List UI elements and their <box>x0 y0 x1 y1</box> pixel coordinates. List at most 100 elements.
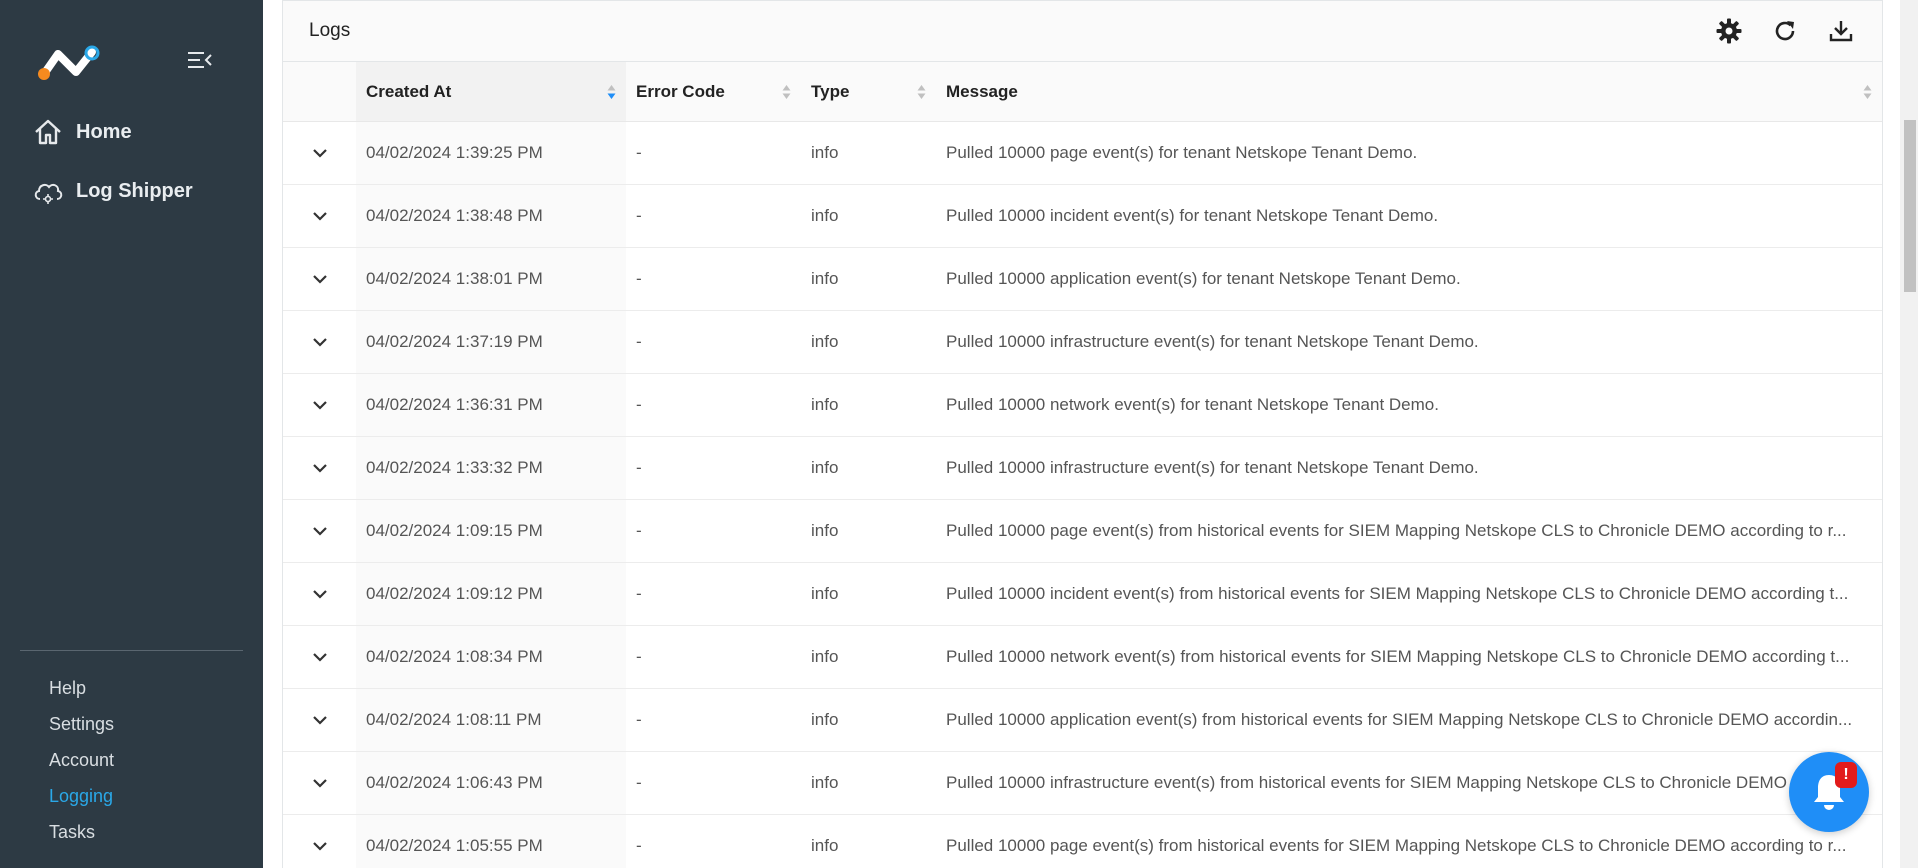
main-nav: Home Log Shipper <box>0 110 263 228</box>
app: Home Log Shipper Help Settings Account L… <box>0 0 1918 868</box>
table-row[interactable]: 04/02/2024 1:33:32 PM - info Pulled 10000 i… <box>283 436 1882 500</box>
cell-error-code: - <box>626 814 801 868</box>
nav-item-logging[interactable]: Logging <box>49 778 114 814</box>
expand-row-button[interactable] <box>283 310 356 374</box>
panel-header: Logs <box>283 0 1882 62</box>
download-icon[interactable] <box>1826 16 1856 46</box>
cell-error-code: - <box>626 751 801 815</box>
nav-item-tasks[interactable]: Tasks <box>49 814 114 850</box>
table-row[interactable]: 04/02/2024 1:09:15 PM - info Pulled 10000 p… <box>283 499 1882 563</box>
collapse-sidebar-icon[interactable] <box>186 48 214 72</box>
cell-created-at: 04/02/2024 1:37:19 PM <box>356 310 626 374</box>
chevron-down-icon <box>312 212 327 221</box>
column-header-message[interactable]: Message <box>936 62 1882 122</box>
cell-message: Pulled 10000 page event(s) for tenant Ne… <box>936 121 1882 185</box>
cell-type: info <box>801 499 936 563</box>
table-row[interactable]: 04/02/2024 1:08:11 PM - info Pulled 10000 a… <box>283 688 1882 752</box>
table-row[interactable]: 04/02/2024 1:38:01 PM - info Pulled 10000 a… <box>283 247 1882 311</box>
table-row[interactable]: 04/02/2024 1:06:43 PM - info Pulled 10000 i… <box>283 751 1882 815</box>
nav-item-account[interactable]: Account <box>49 742 114 778</box>
table-row[interactable]: 04/02/2024 1:36:31 PM - info Pulled 10000 n… <box>283 373 1882 437</box>
cell-error-code: - <box>626 373 801 437</box>
cell-created-at: 04/02/2024 1:38:01 PM <box>356 247 626 311</box>
cell-error-code: - <box>626 121 801 185</box>
column-header-error-code[interactable]: Error Code <box>626 62 801 122</box>
cell-message: Pulled 10000 page event(s) from historic… <box>936 814 1882 868</box>
expand-row-button[interactable] <box>283 814 356 868</box>
expand-row-button[interactable] <box>283 562 356 626</box>
cell-type: info <box>801 184 936 248</box>
cell-created-at: 04/02/2024 1:06:43 PM <box>356 751 626 815</box>
nav-item-home[interactable]: Home <box>0 110 263 154</box>
cell-created-at: 04/02/2024 1:09:15 PM <box>356 499 626 563</box>
cell-created-at: 04/02/2024 1:09:12 PM <box>356 562 626 626</box>
nav-item-settings[interactable]: Settings <box>49 706 114 742</box>
sidebar: Home Log Shipper Help Settings Account L… <box>0 0 263 868</box>
nav-item-label: Log Shipper <box>76 179 193 202</box>
sort-icon[interactable] <box>917 84 926 100</box>
nav-item-label: Home <box>76 120 132 143</box>
table-row[interactable]: 04/02/2024 1:39:25 PM - info Pulled 10000 p… <box>283 121 1882 185</box>
cell-type: info <box>801 625 936 689</box>
cell-created-at: 04/02/2024 1:38:48 PM <box>356 184 626 248</box>
toolbar <box>1714 16 1856 46</box>
expand-row-button[interactable] <box>283 751 356 815</box>
chevron-down-icon <box>312 527 327 536</box>
table-row[interactable]: 04/02/2024 1:08:34 PM - info Pulled 10000 n… <box>283 625 1882 689</box>
cell-created-at: 04/02/2024 1:08:11 PM <box>356 688 626 752</box>
chevron-down-icon <box>312 275 327 284</box>
table-body: 04/02/2024 1:39:25 PM - info Pulled 10000 p… <box>283 121 1882 868</box>
cell-error-code: - <box>626 562 801 626</box>
sort-icon[interactable] <box>607 84 616 100</box>
expand-row-button[interactable] <box>283 121 356 185</box>
cell-message: Pulled 10000 page event(s) from historic… <box>936 499 1882 563</box>
cell-message: Pulled 10000 application event(s) for te… <box>936 247 1882 311</box>
cell-message: Pulled 10000 network event(s) from histo… <box>936 625 1882 689</box>
refresh-icon[interactable] <box>1770 16 1800 46</box>
sidebar-divider <box>20 650 243 651</box>
expand-row-button[interactable] <box>283 247 356 311</box>
column-header-label: Type <box>811 81 850 101</box>
scrollbar[interactable] <box>1900 0 1918 868</box>
expand-row-button[interactable] <box>283 625 356 689</box>
chevron-down-icon <box>312 464 327 473</box>
cell-message: Pulled 10000 infrastructure event(s) for… <box>936 310 1882 374</box>
page-title: Logs <box>309 20 351 41</box>
column-header-type[interactable]: Type <box>801 62 936 122</box>
netskope-logo-icon[interactable] <box>36 44 102 80</box>
nav-item-log-shipper[interactable]: Log Shipper <box>0 169 263 213</box>
column-header-created-at[interactable]: Created At <box>356 62 626 122</box>
cell-error-code: - <box>626 688 801 752</box>
cell-error-code: - <box>626 436 801 500</box>
expand-row-button[interactable] <box>283 184 356 248</box>
cell-error-code: - <box>626 625 801 689</box>
expand-row-button[interactable] <box>283 436 356 500</box>
cell-type: info <box>801 373 936 437</box>
column-header-label: Message <box>946 81 1018 101</box>
cell-message: Pulled 10000 incident event(s) from hist… <box>936 562 1882 626</box>
table-row[interactable]: 04/02/2024 1:37:19 PM - info Pulled 10000 i… <box>283 310 1882 374</box>
cell-message: Pulled 10000 infrastructure event(s) fro… <box>936 751 1882 815</box>
main-content: Logs Created At Error Code Type Message … <box>263 0 1918 868</box>
logs-table: Created At Error Code Type Message 04/02… <box>283 62 1882 868</box>
chevron-down-icon <box>312 842 327 851</box>
table-row[interactable]: 04/02/2024 1:05:55 PM - info Pulled 10000 p… <box>283 814 1882 868</box>
scrollbar-thumb[interactable] <box>1904 120 1916 292</box>
sort-icon[interactable] <box>782 84 791 100</box>
cell-message: Pulled 10000 application event(s) from h… <box>936 688 1882 752</box>
sort-icon[interactable] <box>1863 84 1872 100</box>
nav-item-help[interactable]: Help <box>49 670 114 706</box>
gear-icon[interactable] <box>1714 16 1744 46</box>
cell-created-at: 04/02/2024 1:08:34 PM <box>356 625 626 689</box>
cell-created-at: 04/02/2024 1:36:31 PM <box>356 373 626 437</box>
table-row[interactable]: 04/02/2024 1:09:12 PM - info Pulled 10000 i… <box>283 562 1882 626</box>
expand-row-button[interactable] <box>283 499 356 563</box>
notification-button[interactable]: ! <box>1789 752 1869 832</box>
expand-row-button[interactable] <box>283 373 356 437</box>
bottom-nav: Help Settings Account Logging Tasks <box>49 670 114 850</box>
table-header-row: Created At Error Code Type Message <box>283 62 1882 122</box>
chevron-down-icon <box>312 653 327 662</box>
expand-row-button[interactable] <box>283 688 356 752</box>
cell-type: info <box>801 562 936 626</box>
table-row[interactable]: 04/02/2024 1:38:48 PM - info Pulled 10000 i… <box>283 184 1882 248</box>
